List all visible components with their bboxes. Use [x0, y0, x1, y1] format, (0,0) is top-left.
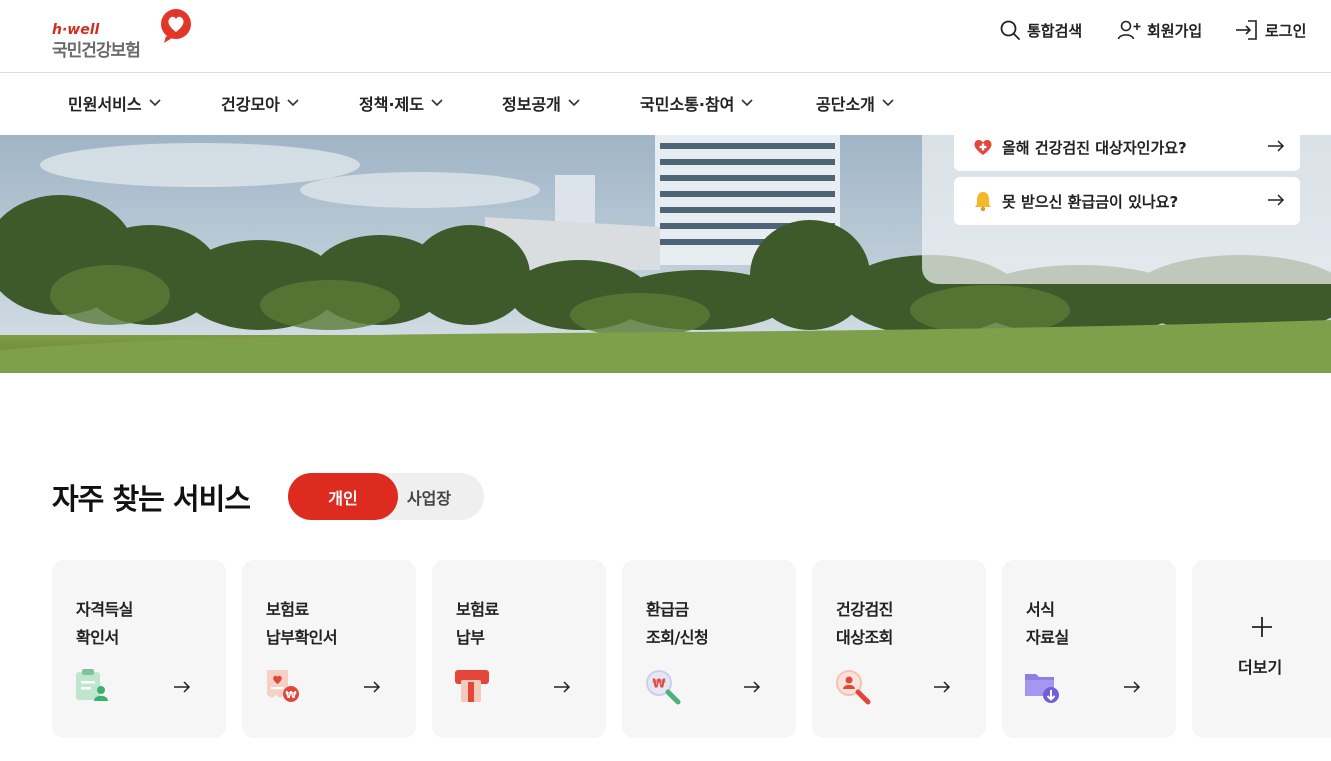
arrow-right-icon: [174, 681, 191, 693]
more-label: 더보기: [1238, 658, 1283, 677]
site-logo[interactable]: h·well 국민건강보험: [52, 8, 202, 64]
card-title-line1: 보험료: [266, 600, 309, 619]
quick-link-label: 못 받으신 환급금이 있나요?: [1002, 192, 1179, 211]
card-title-line2: 대상조회: [836, 628, 893, 647]
card-title-line2: 자료실: [1026, 628, 1069, 647]
arrow-right-icon: [744, 681, 761, 693]
nav-label: 국민소통·참여: [640, 95, 735, 114]
card-title-line2: 확인서: [76, 628, 119, 647]
nav-label: 건강모아: [221, 95, 280, 114]
arrow-right-icon: [1268, 140, 1285, 152]
signup-link[interactable]: 회원가입: [1117, 18, 1202, 42]
toggle-business[interactable]: 사업장: [398, 473, 484, 520]
search-icon: [1000, 20, 1020, 40]
top-header: h·well 국민건강보험 통합검색 회원가입 로그인: [0, 0, 1331, 72]
user-plus-icon: [1117, 20, 1141, 40]
logo-heart-icon: [161, 9, 191, 43]
service-card-forms[interactable]: 서식 자료실: [1002, 560, 1176, 738]
login-link[interactable]: 로그인: [1235, 18, 1306, 42]
nav-item-about[interactable]: 공단소개: [816, 91, 895, 115]
nav-item-disclosure[interactable]: 정보공개: [502, 91, 581, 115]
card-title-line1: 보험료: [456, 600, 499, 619]
card-title-line1: 건강검진: [836, 600, 893, 619]
svg-text:₩: ₩: [285, 690, 296, 701]
card-title-line1: 환급금: [646, 600, 689, 619]
search-link[interactable]: 통합검색: [999, 18, 1082, 42]
search-person-icon: [836, 670, 871, 705]
search-label: 통합검색: [1027, 21, 1083, 40]
section-title: 자주 찾는 서비스: [52, 482, 251, 516]
clipboard-user-icon: [76, 669, 108, 701]
nav-label: 민원서비스: [68, 95, 142, 114]
service-card-qualification[interactable]: 자격득실 확인서: [52, 560, 226, 738]
service-card-premium-payment[interactable]: 보험료 납부: [432, 560, 606, 738]
card-title-line1: 자격득실: [76, 600, 133, 619]
nav-item-policy[interactable]: 정책·제도: [359, 91, 444, 115]
arrow-right-icon: [364, 681, 381, 693]
chevron-down-icon: [431, 99, 443, 107]
plus-icon: [1252, 617, 1272, 637]
more-services-button[interactable]: 더보기: [1192, 560, 1331, 738]
service-card-refund[interactable]: 환급금 조회/신청 ₩: [622, 560, 796, 738]
chevron-down-icon: [149, 99, 161, 107]
card-payment-icon: [455, 670, 489, 702]
nav-item-civil-service[interactable]: 민원서비스: [68, 91, 162, 115]
arrow-right-icon: [1124, 681, 1141, 693]
toggle-personal[interactable]: 개인: [288, 473, 398, 520]
nav-label: 정보공개: [502, 95, 561, 114]
quick-link-refund[interactable]: 못 받으신 환급금이 있나요?: [954, 177, 1300, 225]
card-title-line2: 납부: [456, 628, 485, 647]
arrow-right-icon: [934, 681, 951, 693]
chevron-down-icon: [741, 99, 753, 107]
user-type-toggle: 개인 사업장: [288, 473, 484, 520]
search-won-icon: ₩: [646, 670, 681, 705]
chevron-down-icon: [882, 99, 894, 107]
logo-name: 국민건강보험: [52, 41, 141, 61]
service-card-payment-certificate[interactable]: 보험료 납부확인서 ₩: [242, 560, 416, 738]
nav-item-participation[interactable]: 국민소통·참여: [640, 91, 754, 115]
quick-link-label: 올해 건강검진 대상자인가요?: [1002, 138, 1187, 157]
signup-label: 회원가입: [1147, 21, 1203, 40]
login-icon: [1236, 20, 1257, 40]
arrow-right-icon: [554, 681, 571, 693]
nav-label: 정책·제도: [359, 95, 424, 114]
service-card-checkup-lookup[interactable]: 건강검진 대상조회: [812, 560, 986, 738]
folder-download-icon: [1025, 674, 1059, 703]
arrow-right-icon: [1268, 194, 1285, 206]
nav-label: 공단소개: [816, 95, 875, 114]
nav-item-health[interactable]: 건강모아: [221, 91, 300, 115]
heart-plus-icon: [974, 139, 992, 155]
card-title-line2: 조회/신청: [646, 628, 709, 647]
card-title-line2: 납부확인서: [266, 628, 338, 647]
chevron-down-icon: [568, 99, 580, 107]
bell-icon: [975, 192, 991, 212]
main-navigation: 민원서비스 건강모아 정책·제도 정보공개 국민소통·참여 공단소개: [0, 72, 1331, 135]
svg-text:₩: ₩: [652, 677, 666, 691]
receipt-won-icon: ₩: [267, 670, 299, 702]
login-label: 로그인: [1265, 21, 1307, 40]
chevron-down-icon: [287, 99, 299, 107]
card-title-line1: 서식: [1026, 600, 1055, 619]
quick-links-panel: 올해 건강검진 대상자인가요? 못 받으신 환급금이 있나요?: [922, 123, 1331, 284]
